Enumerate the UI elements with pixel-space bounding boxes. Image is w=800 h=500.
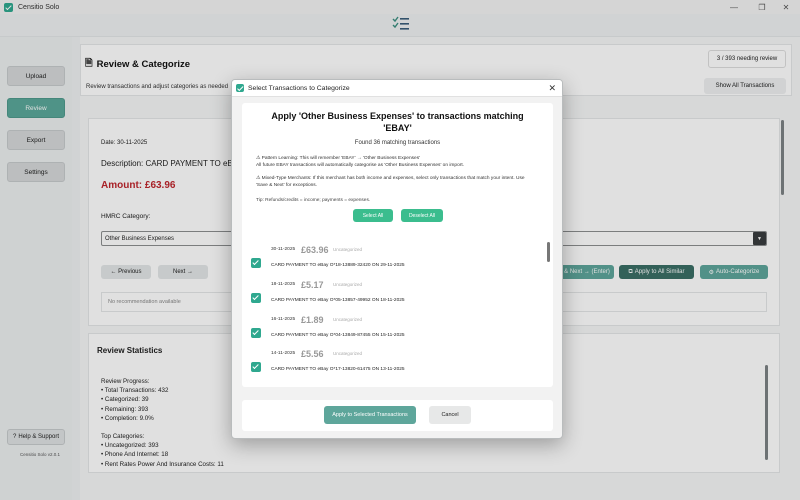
row-amount: £63.96	[301, 245, 329, 255]
list-item[interactable]: 14-11-2025 £5.56 Uncategorized CARD PAYM…	[242, 348, 542, 382]
found-count: Found 36 matching transactions	[354, 140, 441, 146]
list-scrollbar[interactable]	[547, 242, 550, 262]
row-date: 16-11-2025	[271, 317, 296, 322]
row-category: Uncategorized	[333, 317, 363, 322]
row-description: CARD PAYMENT TO eBay O*04-13849-87455 ON…	[271, 333, 405, 338]
row-amount: £5.17	[301, 280, 324, 290]
cancel-button[interactable]: Cancel	[429, 406, 471, 424]
row-category: Uncategorized	[333, 247, 363, 252]
deselect-all-button[interactable]: Deselect All	[401, 209, 443, 222]
mixed-merchant-note: ⚠ Mixed-Type Merchants: If this merchant…	[256, 176, 546, 189]
list-item[interactable]: 18-11-2025 £5.17 Uncategorized CARD PAYM…	[242, 279, 542, 313]
apply-to-selected-button[interactable]: Apply to Selected Transactions	[324, 406, 416, 424]
row-date: 14-11-2025	[271, 351, 296, 356]
dialog-footer: Apply to Selected Transactions Cancel	[242, 400, 553, 431]
mixed-line-1: ⚠ Mixed-Type Merchants: If this merchant…	[256, 176, 525, 181]
checkbox[interactable]	[251, 293, 261, 303]
row-description: CARD PAYMENT TO eBay O*05-13857-49952 ON…	[271, 298, 405, 303]
row-amount: £5.56	[301, 349, 324, 359]
row-date: 30-11-2025	[271, 247, 296, 252]
checkbox[interactable]	[251, 258, 261, 268]
dialog-title: Select Transactions to Categorize	[248, 84, 350, 92]
dialog-heading: Apply 'Other Business Expenses' to trans…	[271, 111, 524, 133]
row-category: Uncategorized	[333, 282, 363, 287]
row-description: CARD PAYMENT TO eBay O*17-13820-61475 ON…	[271, 367, 405, 372]
mixed-line-2: 'Save & Next' for exceptions.	[256, 182, 318, 188]
select-transactions-dialog: Select Transactions to Categorize ✕ Appl…	[231, 79, 563, 439]
dialog-titlebar: Select Transactions to Categorize ✕	[232, 80, 562, 97]
checkbox[interactable]	[251, 328, 261, 338]
row-category: Uncategorized	[333, 351, 363, 356]
row-date: 18-11-2025	[271, 282, 296, 287]
row-amount: £1.89	[301, 315, 324, 325]
row-description: CARD PAYMENT TO eBay O*18-13889-32420 ON…	[271, 263, 405, 268]
tip-text: Tip: Refunds/credits = income; payments …	[256, 198, 371, 203]
close-icon[interactable]: ✕	[548, 83, 556, 94]
transaction-list: 30-11-2025 £63.96 Uncategorized CARD PAY…	[242, 238, 553, 387]
pattern-line-2: All future EBAY transactions will automa…	[256, 162, 465, 168]
checkbox[interactable]	[251, 362, 261, 372]
select-all-button[interactable]: Select All	[353, 209, 393, 222]
list-item[interactable]: 16-11-2025 £1.89 Uncategorized CARD PAYM…	[242, 314, 542, 348]
list-item[interactable]: 30-11-2025 £63.96 Uncategorized CARD PAY…	[242, 244, 542, 278]
dialog-check-icon	[236, 84, 244, 92]
pattern-learning-note: ⚠ Pattern Learning: This will remember '…	[256, 156, 546, 169]
